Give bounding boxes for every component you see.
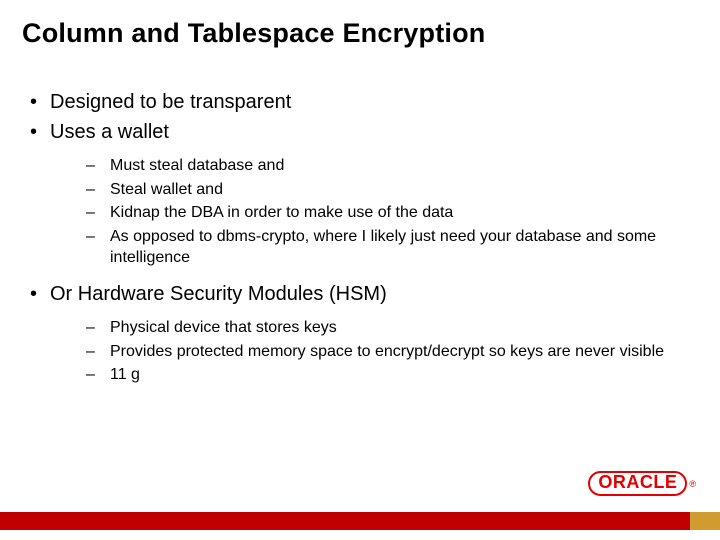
dash-marker: – — [86, 317, 110, 339]
slide-content: • Designed to be transparent • Uses a wa… — [0, 49, 720, 398]
footer-gold-bar — [690, 512, 720, 530]
bullet-marker: • — [30, 89, 50, 115]
oracle-logo-text: ORACLE — [588, 471, 687, 496]
footer-red-bar — [0, 512, 690, 530]
bullet-level2: – Must steal database and — [86, 155, 694, 177]
dash-marker: – — [86, 202, 110, 224]
bullet-text: Kidnap the DBA in order to make use of t… — [110, 202, 453, 224]
bullet-level2: – As opposed to dbms-crypto, where I lik… — [86, 226, 694, 269]
dash-marker: – — [86, 341, 110, 363]
bullet-text: Physical device that stores keys — [110, 317, 337, 339]
slide-title: Column and Tablespace Encryption — [0, 0, 720, 49]
sub-bullet-list: – Must steal database and – Steal wallet… — [30, 149, 694, 281]
sub-bullet-list: – Physical device that stores keys – Pro… — [30, 311, 694, 398]
bullet-level1: • Uses a wallet — [30, 119, 694, 145]
bullet-text: 11 g — [110, 364, 140, 386]
bullet-text: Uses a wallet — [50, 119, 169, 145]
bullet-level2: – 11 g — [86, 364, 694, 386]
oracle-logo: ORACLE ® — [588, 471, 696, 496]
slide: Column and Tablespace Encryption • Desig… — [0, 0, 720, 540]
bullet-marker: • — [30, 281, 50, 307]
bullet-level2: – Kidnap the DBA in order to make use of… — [86, 202, 694, 224]
bullet-level2: – Provides protected memory space to enc… — [86, 341, 694, 363]
bullet-text: Provides protected memory space to encry… — [110, 341, 664, 363]
bullet-level2: – Physical device that stores keys — [86, 317, 694, 339]
bullet-text: As opposed to dbms-crypto, where I likel… — [110, 226, 694, 269]
bullet-level1: • Or Hardware Security Modules (HSM) — [30, 281, 694, 307]
bullet-level2: – Steal wallet and — [86, 179, 694, 201]
bullet-text: Designed to be transparent — [50, 89, 291, 115]
dash-marker: – — [86, 155, 110, 177]
dash-marker: – — [86, 226, 110, 248]
dash-marker: – — [86, 364, 110, 386]
footer-stripe — [0, 512, 720, 530]
bullet-text: Steal wallet and — [110, 179, 223, 201]
slide-footer: ORACLE ® — [0, 512, 720, 530]
bullet-text: Must steal database and — [110, 155, 284, 177]
bullet-level1: • Designed to be transparent — [30, 89, 694, 115]
dash-marker: – — [86, 179, 110, 201]
bullet-text: Or Hardware Security Modules (HSM) — [50, 281, 387, 307]
bullet-marker: • — [30, 119, 50, 145]
registered-mark: ® — [689, 479, 696, 489]
